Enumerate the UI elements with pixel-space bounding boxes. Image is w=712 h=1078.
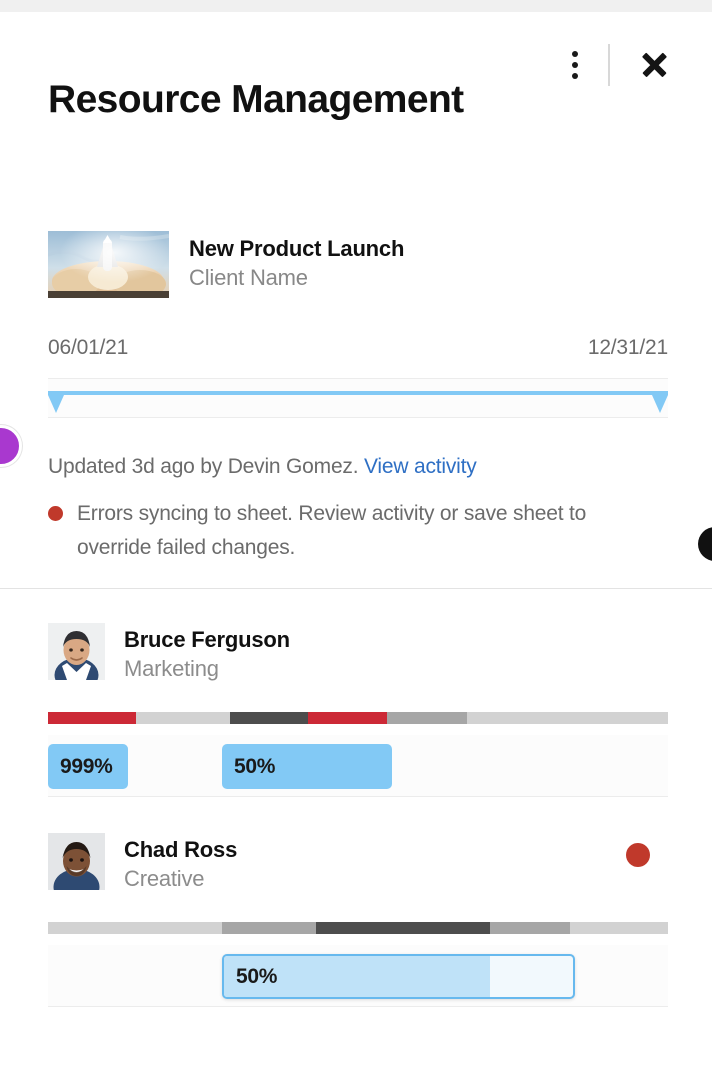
sync-error-message: Errors syncing to sheet. Review activity… (48, 497, 666, 565)
rocket-launch-thumbnail (48, 231, 169, 298)
project-date-range: 06/01/21 12/31/21 (48, 336, 668, 360)
project-header[interactable]: New Product Launch Client Name (48, 231, 404, 298)
availability-segment-strip (48, 712, 668, 724)
kebab-dot (572, 51, 578, 57)
availability-segment (48, 712, 136, 724)
project-name: New Product Launch (189, 235, 404, 263)
project-timeline-track (48, 378, 668, 418)
allocation-chip[interactable]: 50% (222, 744, 392, 789)
allocation-chip[interactable]: 999% (48, 744, 128, 789)
project-start-date: 06/01/21 (48, 336, 128, 360)
availability-segment (387, 712, 467, 724)
person-name: Chad Ross (124, 835, 237, 864)
person-role: Creative (124, 864, 237, 894)
close-icon[interactable] (634, 45, 674, 85)
availability-segment (316, 922, 490, 934)
avatar-bruce-ferguson[interactable] (48, 623, 105, 680)
resource-management-panel: Resource Management (0, 0, 712, 1078)
header-actions (558, 40, 674, 90)
person-meta: Chad Ross Creative (124, 833, 237, 894)
availability-segment-strip (48, 922, 668, 934)
kebab-menu-icon[interactable] (558, 42, 592, 88)
availability-segment (136, 712, 230, 724)
person-name: Bruce Ferguson (124, 625, 290, 654)
header-divider (608, 44, 610, 86)
kebab-dot (572, 62, 578, 68)
allocation-percent-label: 999% (48, 755, 113, 779)
project-client: Client Name (189, 263, 404, 293)
overlapping-avatar-left[interactable] (0, 425, 22, 467)
overlapping-avatar-right[interactable] (698, 527, 712, 561)
error-text: Errors syncing to sheet. Review activity… (77, 497, 666, 565)
avatar-chad-ross[interactable] (48, 833, 105, 890)
section-divider (0, 588, 712, 589)
availability-segment (308, 712, 387, 724)
availability-segment (490, 922, 570, 934)
allocation-percent-label: 50% (224, 965, 277, 989)
person-row[interactable]: Bruce Ferguson Marketing (48, 623, 668, 684)
allocation-track[interactable]: 999% 50% (48, 735, 668, 797)
top-strip (0, 0, 712, 12)
person-row[interactable]: Chad Ross Creative (48, 833, 668, 894)
allocation-chip-selected[interactable]: 50% (222, 954, 575, 999)
kebab-dot (572, 73, 578, 79)
availability-segment (570, 922, 668, 934)
person-header: Chad Ross Creative (48, 833, 668, 894)
availability-segment (230, 712, 308, 724)
project-meta: New Product Launch Client Name (189, 231, 404, 293)
project-end-date: 12/31/21 (588, 336, 668, 360)
person-role: Marketing (124, 654, 290, 684)
availability-segment (222, 922, 316, 934)
error-dot-icon (48, 506, 63, 521)
updated-text: Updated 3d ago by Devin Gomez. (48, 455, 358, 478)
allocation-track[interactable]: 50% (48, 945, 668, 1007)
availability-segment (48, 922, 222, 934)
availability-segment (467, 712, 668, 724)
person-status-dot (626, 843, 650, 867)
person-header: Bruce Ferguson Marketing (48, 623, 668, 684)
person-meta: Bruce Ferguson Marketing (124, 623, 290, 684)
page-title: Resource Management (48, 72, 488, 127)
allocation-percent-label: 50% (222, 755, 275, 779)
project-timeline-bar[interactable] (48, 391, 668, 413)
view-activity-link[interactable]: View activity (364, 455, 477, 478)
updated-status: Updated 3d ago by Devin Gomez. View acti… (48, 452, 688, 482)
